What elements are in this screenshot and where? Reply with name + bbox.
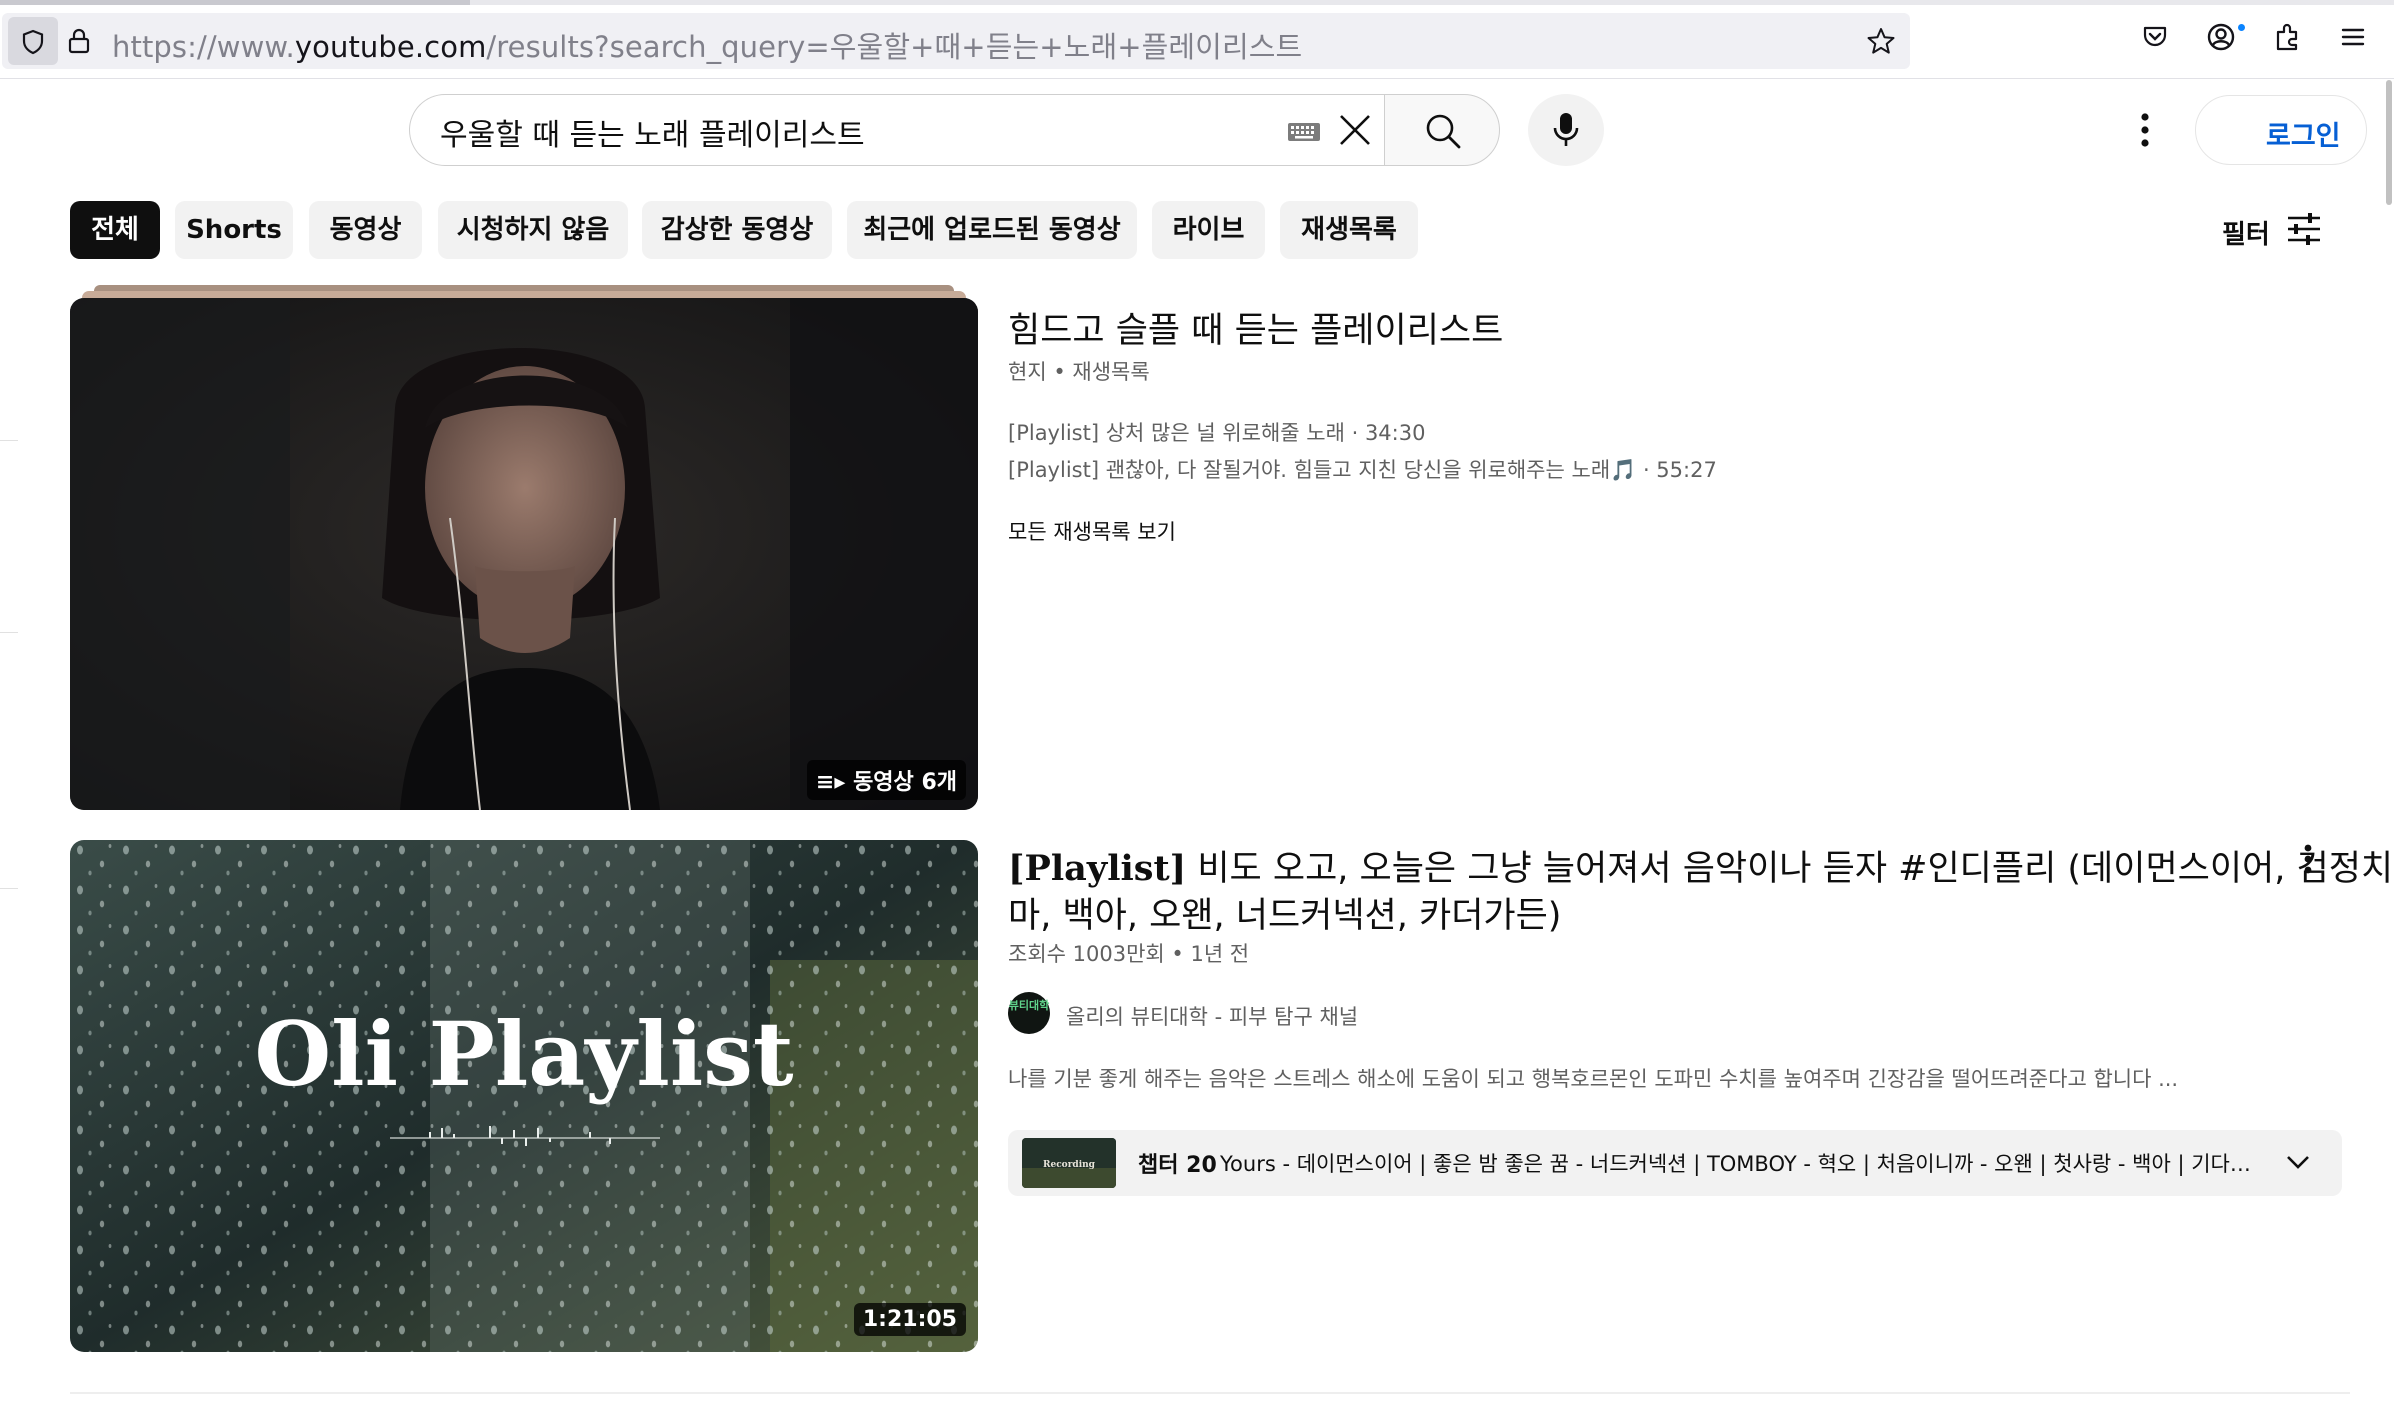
channel-name[interactable]: 올리의 뷰티대학 - 피부 탐구 채널 <box>1066 1001 1358 1031</box>
duration-badge: 1:21:05 <box>853 1303 966 1336</box>
search-input[interactable]: 우울할 때 듣는 노래 플레이리스트 <box>440 110 865 154</box>
search-box[interactable]: 우울할 때 듣는 노래 플레이리스트 <box>409 94 1386 166</box>
lock-icon[interactable] <box>68 28 90 54</box>
svg-text:Recording: Recording <box>1043 1160 1096 1170</box>
chevron-down-icon[interactable] <box>2284 1152 2312 1172</box>
video-thumbnail[interactable]: Oli Playlist 1:21:05 <box>70 840 978 1352</box>
search-icon <box>1426 114 1461 149</box>
result-meta[interactable]: 현지 • 재생목록 <box>1008 356 1150 386</box>
signin-button[interactable]: 로그인 <box>2195 95 2367 165</box>
chip-recently-uploaded[interactable]: 최근에 업로드된 동영상 <box>847 201 1137 259</box>
tracking-protection-button[interactable] <box>8 17 58 65</box>
voice-search-button[interactable] <box>1528 94 1604 166</box>
playlist-stack-edge <box>82 291 966 298</box>
more-options-icon[interactable] <box>2130 108 2160 152</box>
notification-dot <box>2236 22 2247 33</box>
result-title-line2[interactable]: 마, 백아, 오왠, 너드커넥션, 카더가든) <box>1008 887 1561 938</box>
keyboard-icon[interactable] <box>1287 122 1321 142</box>
thumbnail-title-text: Oli Playlist <box>255 1002 794 1106</box>
playlist-item[interactable]: [Playlist] 상처 많은 널 위로해줄 노래 · 34:30 <box>1008 417 1425 447</box>
chip-playlists[interactable]: 재생목록 <box>1280 201 1418 259</box>
page-scrollbar[interactable] <box>2386 80 2392 205</box>
chip-live[interactable]: 라이브 <box>1152 201 1265 259</box>
divider <box>0 632 18 633</box>
channel-avatar[interactable]: 뷰티대학 <box>1008 992 1050 1034</box>
address-bar[interactable]: https://www.youtube.com/results?search_q… <box>2 13 1910 69</box>
playlist-item[interactable]: [Playlist] 괜찮아, 다 잘될거야. 힘들고 지친 당신을 위로해주는… <box>1008 454 1717 484</box>
app-menu-icon[interactable] <box>2338 22 2368 52</box>
chapter-thumbnail: Recording <box>1022 1138 1116 1188</box>
bookmark-star-icon[interactable] <box>1866 26 1896 56</box>
microphone-icon <box>1553 113 1579 146</box>
divider <box>70 1392 2350 1394</box>
shield-icon <box>22 29 44 55</box>
filter-sliders-icon[interactable] <box>2286 213 2322 245</box>
page-load-bar <box>0 0 2394 5</box>
chip-unwatched[interactable]: 시청하지 않음 <box>438 201 628 259</box>
result-meta: 조회수 1003만회 • 1년 전 <box>1008 942 1250 966</box>
search-button[interactable] <box>1384 94 1500 166</box>
video-count-badge: ≡▸ 동영상 6개 <box>806 760 966 800</box>
chip-shorts[interactable]: Shorts <box>175 201 293 259</box>
result-title[interactable]: 힘드고 슬플 때 듣는 플레이리스트 <box>1008 302 1503 353</box>
account-icon[interactable] <box>2206 22 2236 52</box>
clear-search-icon[interactable] <box>1336 111 1374 149</box>
chip-videos[interactable]: 동영상 <box>309 201 422 259</box>
filter-button[interactable]: 필터 <box>2222 214 2270 251</box>
chapter-count: 챕터 20 <box>1138 1153 1217 1178</box>
playlist-thumbnail[interactable]: ≡▸ 동영상 6개 <box>70 298 978 810</box>
divider <box>0 440 18 441</box>
more-options-icon[interactable] <box>2298 842 2318 878</box>
view-full-playlist-link[interactable]: 모든 재생목록 보기 <box>1008 516 1176 546</box>
video-thumbnail-image: Oli Playlist <box>70 840 978 1352</box>
chapter-list: Yours - 데이먼스이어 | 좋은 밤 좋은 꿈 - 너드커넥션 | TOM… <box>1220 1152 2270 1176</box>
result-title[interactable]: [Playlist] 비도 오고, 오늘은 그냥 늘어져서 음악이나 듣자 #인… <box>1008 840 2393 891</box>
chip-watched[interactable]: 감상한 동영상 <box>642 201 832 259</box>
video-description: 나를 기분 좋게 해주는 음악은 스트레스 해소에 도움이 되고 행복호르몬인 … <box>1008 1067 2179 1091</box>
chip-all[interactable]: 전체 <box>70 201 160 259</box>
playlist-icon: ≡▸ <box>815 770 854 795</box>
extensions-icon[interactable] <box>2272 22 2302 52</box>
url-text[interactable]: https://www.youtube.com/results?search_q… <box>112 24 1302 66</box>
divider <box>0 888 18 889</box>
pocket-icon[interactable] <box>2140 22 2170 52</box>
playlist-thumbnail-image <box>70 298 978 810</box>
chapters-row[interactable]: Recording 챕터 20 Yours - 데이먼스이어 | 좋은 밤 좋은… <box>1008 1130 2342 1196</box>
